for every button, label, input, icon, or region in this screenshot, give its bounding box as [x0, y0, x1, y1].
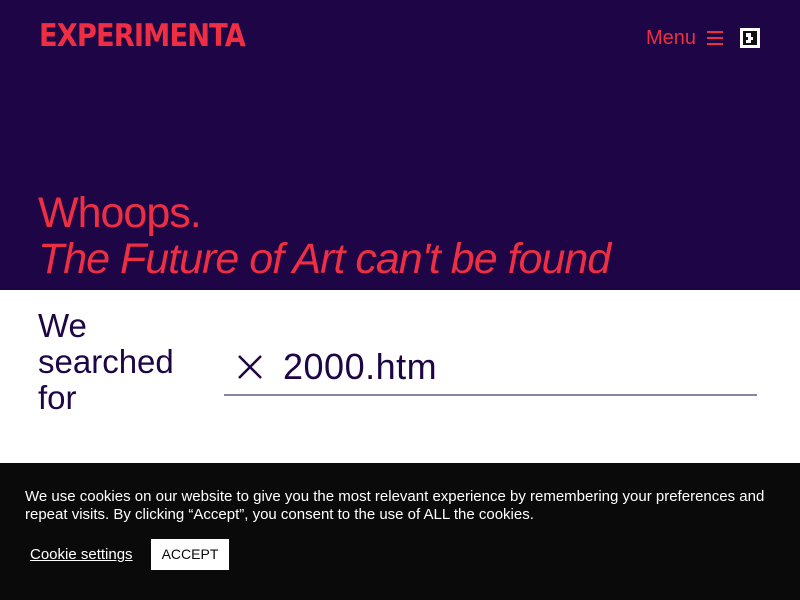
cookie-message: We use cookies on our website to give yo…	[25, 488, 765, 523]
menu-label: Menu	[646, 27, 697, 49]
cookie-settings-link[interactable]: Cookie settings	[30, 545, 133, 565]
page-title-line1: Whoops.	[38, 189, 202, 237]
search-input[interactable]: 2000.htm	[283, 347, 437, 387]
cookie-banner: We use cookies on our website to give yo…	[0, 463, 800, 600]
close-icon[interactable]	[235, 352, 265, 382]
accessibility-icon[interactable]	[740, 28, 760, 48]
page-title: Whoops. The Future of Art can't be found	[38, 189, 611, 283]
hero-section: EXPERIMENTA Menu Whoops. The Future of A…	[0, 0, 800, 290]
search-field[interactable]: 2000.htm	[224, 340, 757, 396]
accept-button[interactable]: ACCEPT	[151, 539, 229, 570]
menu-button[interactable]: Menu	[646, 25, 724, 51]
site-logo[interactable]: EXPERIMENTA	[39, 19, 246, 53]
search-section: We searched for 2000.htm	[0, 290, 800, 463]
hamburger-icon	[707, 31, 724, 45]
page-title-line2: The Future of Art can't be found	[38, 235, 611, 283]
search-label: We searched for	[38, 307, 174, 416]
